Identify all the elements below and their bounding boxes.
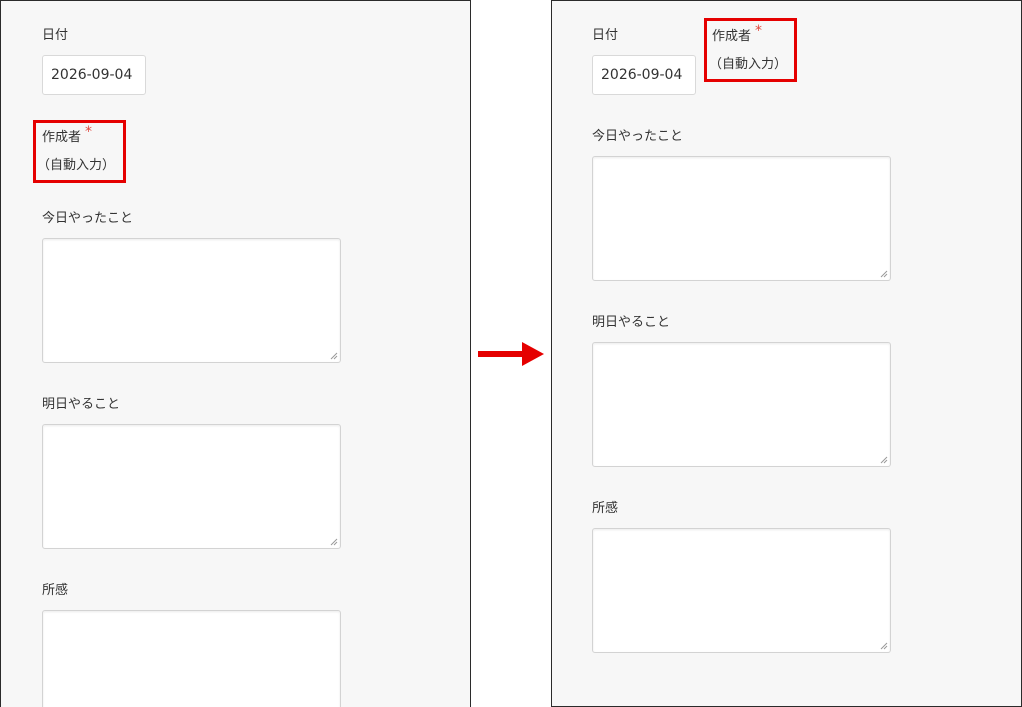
- date-label: 日付: [42, 28, 69, 43]
- tomorrow-textarea[interactable]: [592, 342, 891, 467]
- date-label: 日付: [592, 28, 619, 43]
- resize-handle-icon[interactable]: [330, 538, 338, 546]
- tomorrow-label: 明日やること: [42, 397, 121, 412]
- today-label: 今日やったこと: [42, 211, 134, 226]
- tomorrow-textarea[interactable]: [42, 424, 341, 549]
- form-panel-after: 日付 2026-09-04 作成者 * （自動入力） 今日やったこと 明日やること…: [551, 0, 1022, 707]
- highlight-box: [704, 18, 797, 82]
- resize-handle-icon[interactable]: [880, 456, 888, 464]
- today-label: 今日やったこと: [592, 129, 684, 144]
- today-textarea[interactable]: [592, 156, 891, 281]
- date-input[interactable]: 2026-09-04: [42, 55, 146, 95]
- impression-label: 所感: [42, 583, 69, 598]
- date-input[interactable]: 2026-09-04: [592, 55, 696, 95]
- impression-textarea[interactable]: [592, 528, 891, 653]
- form-panel-before: 日付 2026-09-04 作成者 * （自動入力） 今日やったこと 明日やること…: [0, 0, 471, 707]
- resize-handle-icon[interactable]: [330, 352, 338, 360]
- today-textarea[interactable]: [42, 238, 341, 363]
- highlight-box: [33, 120, 126, 183]
- comparison-canvas: 日付 2026-09-04 作成者 * （自動入力） 今日やったこと 明日やること…: [0, 0, 1022, 707]
- impression-textarea[interactable]: [42, 610, 341, 707]
- resize-handle-icon[interactable]: [880, 642, 888, 650]
- impression-label: 所感: [592, 501, 619, 516]
- resize-handle-icon[interactable]: [880, 270, 888, 278]
- tomorrow-label: 明日やること: [592, 315, 671, 330]
- right-arrow-icon: [478, 342, 544, 366]
